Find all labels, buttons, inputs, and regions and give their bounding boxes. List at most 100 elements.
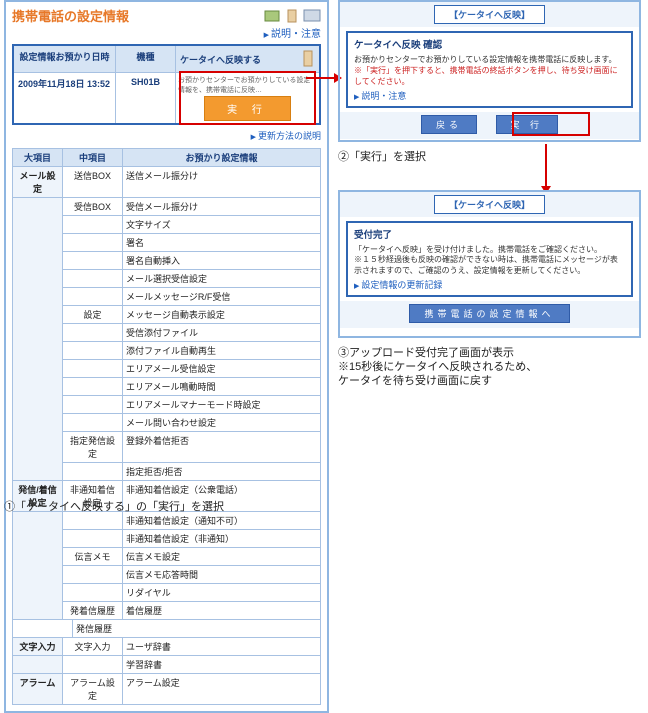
- major-cell: 文字入力: [13, 638, 63, 656]
- table-row: アラームアラーム設定アラーム設定: [13, 674, 321, 705]
- pc-icon: [303, 9, 321, 23]
- info-col-date: 設定情報お預かり日時: [14, 46, 116, 72]
- table-row: 発着信履歴着信履歴: [13, 602, 321, 620]
- exec2-highlight: [512, 112, 590, 136]
- setting-cell: 指定拒否/拒否: [123, 463, 321, 481]
- mid-cell: [63, 342, 123, 360]
- mid-cell: [63, 512, 123, 530]
- mid-cell: アラーム設定: [63, 674, 123, 705]
- caption-1: ①「ケータイへ反映する」の「実行」を選択: [4, 498, 224, 514]
- mid-cell: [63, 270, 123, 288]
- table-row: 伝言メモ伝言メモ設定: [13, 548, 321, 566]
- right-panel-confirm: 【ケータイへ反映】 ケータイへ反映 確認 お預かりセンターでお預かりしている設定…: [338, 0, 641, 142]
- help-link[interactable]: 説明・注意: [264, 29, 321, 40]
- setting-cell: メールメッセージR/F受信: [123, 288, 321, 306]
- left-panel: 携帯電話の設定情報 説明・注意 設定情報お預かり日時 機種 ケータイへ反映する …: [4, 0, 329, 713]
- update-method-link[interactable]: 更新方法の説明: [251, 131, 321, 141]
- table-row: 受信BOX受信メール振分け: [13, 198, 321, 216]
- help-link2[interactable]: 説明・注意: [354, 91, 406, 101]
- setting-cell: リダイヤル: [123, 584, 321, 602]
- caption-2: ②「実行」を選択: [338, 148, 426, 164]
- mid-cell: [63, 566, 123, 584]
- table-row: 非通知着信設定（通知不可）: [13, 512, 321, 530]
- mid-cell: [63, 324, 123, 342]
- table-row: 発信履歴: [13, 620, 321, 638]
- setting-cell: 発信履歴: [73, 620, 321, 638]
- caption-3c: ケータイを待ち受け画面に戻す: [338, 372, 492, 388]
- major-cell: メール設定: [13, 167, 63, 198]
- table-row: 受信添付ファイル: [13, 324, 321, 342]
- setting-cell: 受信メール振分け: [123, 198, 321, 216]
- setting-cell: アラーム設定: [123, 674, 321, 705]
- info-table: 設定情報お預かり日時 機種 ケータイへ反映する 2009年11月18日 13:5…: [12, 44, 321, 125]
- device-icons: [263, 9, 321, 23]
- table-row: 署名自動挿入: [13, 252, 321, 270]
- mid-cell: [63, 378, 123, 396]
- setting-cell: 署名自動挿入: [123, 252, 321, 270]
- phone-small-icon: [301, 50, 315, 68]
- arrow-left-to-right: [306, 77, 336, 79]
- table-row: 学習辞書: [13, 656, 321, 674]
- setting-cell: メール選択受信設定: [123, 270, 321, 288]
- exec-highlight: [179, 71, 316, 125]
- th-mid: 中項目: [63, 149, 123, 167]
- setting-cell: 伝言メモ設定: [123, 548, 321, 566]
- setting-cell: 送信メール振分け: [123, 167, 321, 198]
- table-row: リダイヤル: [13, 584, 321, 602]
- complete-line2: ※１５秒経過後も反映の確認ができない時は、携帯電話にメッセージが表示されますので…: [354, 255, 625, 276]
- setting-cell: 登録外着信拒否: [123, 432, 321, 463]
- page-title: 携帯電話の設定情報: [12, 6, 129, 25]
- setting-cell: 着信履歴: [123, 602, 321, 620]
- table-row: メール問い合わせ設定: [13, 414, 321, 432]
- table-row: メール選択受信設定: [13, 270, 321, 288]
- mid-cell: [63, 288, 123, 306]
- table-row: 指定発信設定登録外着信拒否: [13, 432, 321, 463]
- th-major: 大項目: [13, 149, 63, 167]
- table-row: 文字サイズ: [13, 216, 321, 234]
- setting-cell: 非通知着信設定（非通知）: [123, 530, 321, 548]
- setting-cell: メッセージ自動表示設定: [123, 306, 321, 324]
- back-to-settings-button[interactable]: 携帯電話の設定情報へ: [409, 304, 569, 323]
- mid-cell: [63, 396, 123, 414]
- mid-cell: [63, 656, 123, 674]
- setting-cell: メール問い合わせ設定: [123, 414, 321, 432]
- update-log-link[interactable]: 設定情報の更新記録: [354, 280, 442, 290]
- table-row: メールメッセージR/F受信: [13, 288, 321, 306]
- setting-cell: 伝言メモ応答時間: [123, 566, 321, 584]
- back-button[interactable]: 戻る: [421, 115, 477, 134]
- info-col-model: 機種: [116, 46, 176, 72]
- setting-cell: 受信添付ファイル: [123, 324, 321, 342]
- mid-cell: 受信BOX: [63, 198, 123, 216]
- table-row: 設定メッセージ自動表示設定: [13, 306, 321, 324]
- setting-cell: 学習辞書: [123, 656, 321, 674]
- panel-body: ケータイへ反映 確認 お預かりセンターでお預かりしている設定情報を携帯電話に反映…: [346, 31, 633, 108]
- mid-cell: [63, 463, 123, 481]
- table-row: 伝言メモ応答時間: [13, 566, 321, 584]
- setting-cell: 添付ファイル自動再生: [123, 342, 321, 360]
- panel-heading: ケータイへ反映 確認: [354, 37, 625, 51]
- setting-cell: 署名: [123, 234, 321, 252]
- table-row: 文字入力文字入力ユーザ辞書: [13, 638, 321, 656]
- setting-cell: 非通知着信設定（通知不可）: [123, 512, 321, 530]
- th-setting: お預かり設定情報: [123, 149, 321, 167]
- mid-cell: 伝言メモ: [63, 548, 123, 566]
- table-row: エリアメール受信設定: [13, 360, 321, 378]
- table-row: 指定拒否/拒否: [13, 463, 321, 481]
- mid-cell: [63, 252, 123, 270]
- major-cell: アラーム: [13, 674, 63, 705]
- mid-cell: [63, 216, 123, 234]
- box-icon: [263, 9, 281, 23]
- setting-cell: 文字サイズ: [123, 216, 321, 234]
- mid-cell: 文字入力: [63, 638, 123, 656]
- mid-cell: [63, 414, 123, 432]
- info-date: 2009年11月18日 13:52: [14, 72, 116, 123]
- table-row: エリアメールマナーモード時設定: [13, 396, 321, 414]
- mid-cell: 設定: [63, 306, 123, 324]
- mid-cell: 発着信履歴: [63, 602, 123, 620]
- mid-cell: [63, 584, 123, 602]
- panel-heading2: 受付完了: [354, 227, 625, 241]
- mid-cell: 指定発信設定: [63, 432, 123, 463]
- complete-line1: 「ケータイへ反映」を受け付けました。携帯電話をご確認ください。: [354, 245, 625, 255]
- info-col-reflect: ケータイへ反映する: [176, 46, 319, 72]
- setting-cell: エリアメール受信設定: [123, 360, 321, 378]
